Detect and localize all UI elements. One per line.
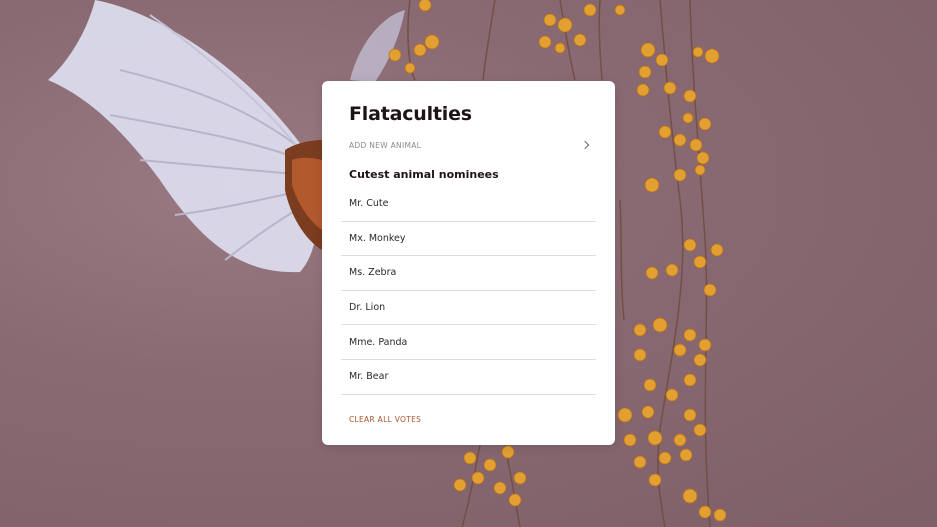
voting-card: Flataculties ADD NEW ANIMAL Cutest anima… <box>322 81 615 445</box>
nominee-name: Dr. Lion <box>349 302 386 314</box>
chevron-right-icon <box>580 140 590 150</box>
add-new-animal-button[interactable]: ADD NEW ANIMAL <box>349 137 596 153</box>
nominee-item-mr-cute[interactable]: Mr. Cute <box>341 187 596 222</box>
nominee-item-dr-lion[interactable]: Dr. Lion <box>341 291 596 326</box>
nominee-item-mme-panda[interactable]: Mme. Panda <box>341 325 596 360</box>
nominee-name: Mx. Monkey <box>349 232 406 244</box>
nominee-name: Mr. Bear <box>349 371 389 383</box>
add-new-animal-label: ADD NEW ANIMAL <box>349 140 422 150</box>
nominee-item-ms-zebra[interactable]: Ms. Zebra <box>341 256 596 291</box>
nominee-name: Mr. Cute <box>349 198 389 210</box>
app-title: Flataculties <box>349 103 472 125</box>
clear-all-votes-button[interactable]: CLEAR ALL VOTES <box>349 415 421 424</box>
nominee-name: Ms. Zebra <box>349 267 397 279</box>
nominees-heading: Cutest animal nominees <box>349 168 499 181</box>
nominee-item-mx-monkey[interactable]: Mx. Monkey <box>341 222 596 257</box>
nominee-item-mr-bear[interactable]: Mr. Bear <box>341 360 596 395</box>
nominee-name: Mme. Panda <box>349 336 408 348</box>
nominee-list: Mr. Cute Mx. Monkey Ms. Zebra Dr. Lion M… <box>341 187 596 395</box>
